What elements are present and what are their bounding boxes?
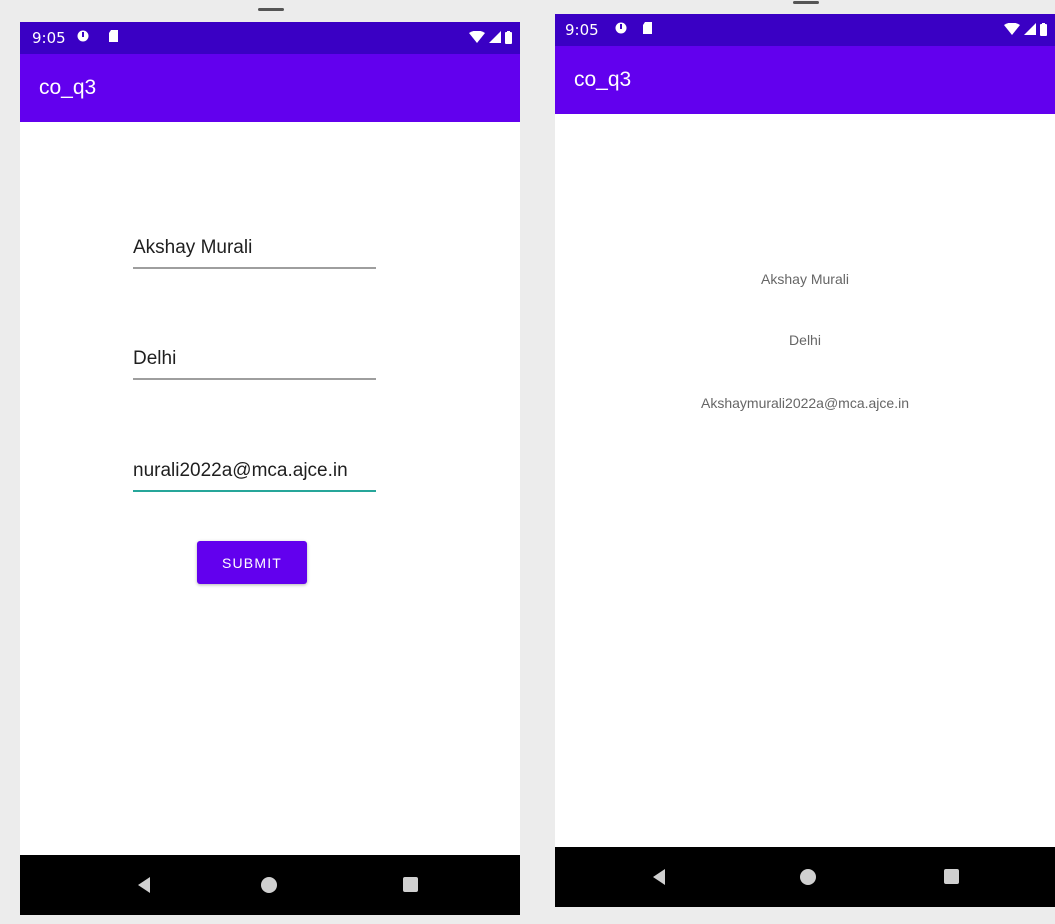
form-screen: 9:05 co_q3 Akshay Murali Delhi nurali202… [20,22,520,915]
top-notch [793,1,819,4]
email-field-text: nurali2022a@mca.ajce.in [133,460,348,481]
battery-icon [505,30,512,44]
back-icon[interactable] [138,877,150,893]
app-bar: co_q3 [20,54,520,122]
status-bar: 9:05 [555,14,1055,46]
battery-icon [1040,22,1047,36]
status-bar: 9:05 [20,22,520,54]
home-icon[interactable] [800,869,816,885]
sd-card-icon [643,22,652,34]
back-icon[interactable] [653,869,665,885]
status-right-icons [1004,22,1047,36]
home-icon[interactable] [261,877,277,893]
name-field[interactable]: Akshay Murali [133,229,376,269]
recents-icon[interactable] [944,869,959,884]
name-display: Akshay Murali [761,271,849,287]
wifi-icon [1004,23,1020,35]
email-display: Akshaymurali2022a@mca.ajce.in [701,395,909,411]
wifi-icon [469,31,485,43]
navigation-bar [555,847,1055,907]
email-field[interactable]: nurali2022a@mca.ajce.in [133,452,376,492]
sd-card-icon [109,30,118,42]
app-title: co_q3 [39,76,97,99]
submit-button[interactable]: SUBMIT [197,541,307,584]
app-title: co_q3 [574,68,632,91]
status-time: 9:05 [565,21,599,39]
signal-icon [1024,23,1036,35]
status-time: 9:05 [32,29,66,47]
data-saver-icon [77,30,89,42]
status-right-icons [469,30,512,44]
city-field[interactable]: Delhi [133,340,376,380]
signal-icon [489,31,501,43]
app-bar: co_q3 [555,46,1055,114]
data-saver-icon [615,22,627,34]
city-display: Delhi [789,332,821,348]
recents-icon[interactable] [403,877,418,892]
result-screen: 9:05 co_q3 Akshay Murali Delhi Akshaymur… [555,14,1055,907]
top-notch [258,8,284,11]
navigation-bar [20,855,520,915]
